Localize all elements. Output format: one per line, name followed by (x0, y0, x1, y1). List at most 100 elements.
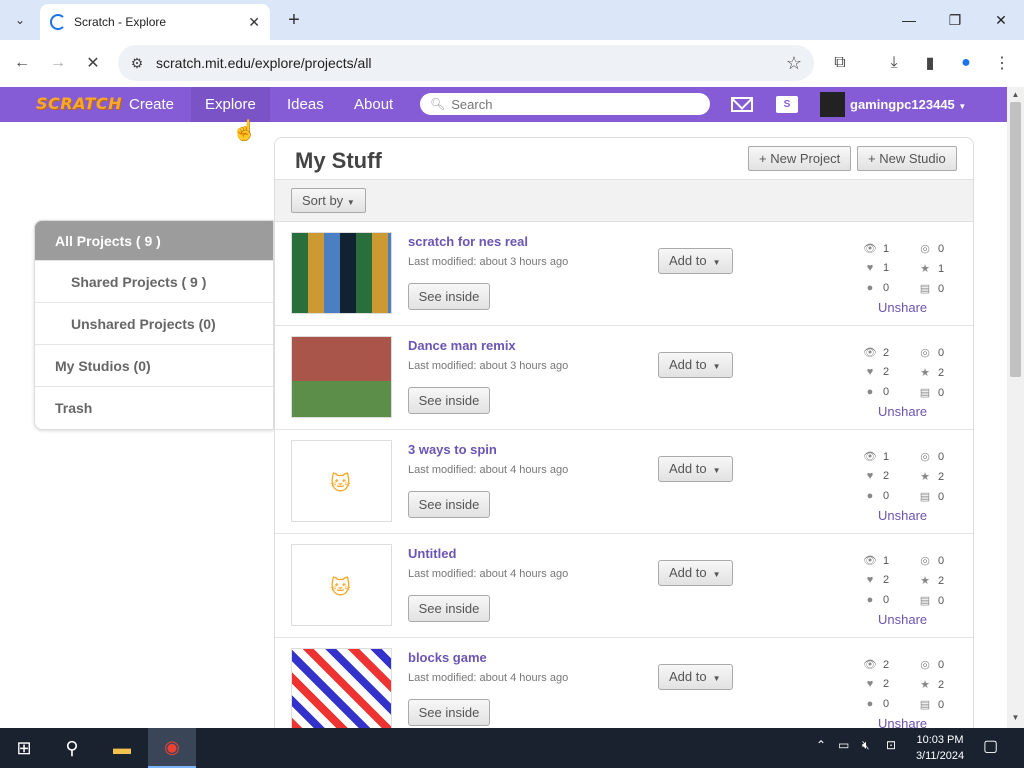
project-title[interactable]: scratch for nes real (408, 234, 528, 249)
remixes-stat: ◎ 0 (918, 242, 944, 256)
favorites-count: 2 (938, 574, 945, 587)
back-icon[interactable]: ← (10, 51, 34, 75)
loves-count: 2 (883, 678, 890, 690)
remixes-stat: ◎ 0 (918, 346, 944, 360)
username-menu[interactable]: gamingpc123445 ▼ (850, 87, 966, 122)
side-panel-icon[interactable]: ▮ (918, 51, 942, 75)
my-stuff-icon[interactable]: S (776, 96, 798, 113)
mystuff-main-panel: My Stuff + New Project + New Studio Sort… (274, 137, 974, 737)
page-title: My Stuff (295, 148, 382, 173)
add-to-dropdown[interactable]: Add to ▼ (658, 352, 733, 378)
add-to-dropdown[interactable]: Add to ▼ (658, 248, 733, 274)
add-to-dropdown[interactable]: Add to ▼ (658, 560, 733, 586)
unshare-link[interactable]: Unshare (878, 612, 927, 627)
comment-icon: ● (866, 594, 874, 606)
address-bar[interactable]: ⚙ scratch.mit.edu/explore/projects/all ☆ (118, 45, 814, 81)
see-inside-button[interactable]: See inside (408, 387, 490, 414)
see-inside-button[interactable]: See inside (408, 595, 490, 622)
chevron-down-icon: ▼ (712, 674, 721, 683)
see-inside-button[interactable]: See inside (408, 491, 490, 518)
add-to-dropdown[interactable]: Add to ▼ (658, 456, 733, 482)
chevron-down-icon: ▼ (712, 466, 721, 475)
downloads-icon[interactable]: ⤓ (882, 51, 906, 75)
project-thumbnail[interactable]: 🐱︎ (291, 440, 392, 522)
remixes-stat: ◎ 0 (918, 658, 944, 672)
new-studio-button[interactable]: + New Studio (857, 146, 957, 171)
see-inside-button[interactable]: See inside (408, 283, 490, 310)
nav-about[interactable]: About (340, 87, 407, 122)
see-inside-button[interactable]: See inside (408, 699, 490, 726)
new-project-button[interactable]: + New Project (748, 146, 852, 171)
stop-loading-icon[interactable]: ✕ (81, 51, 105, 75)
remix-icon: ◎ (920, 243, 930, 255)
system-clock[interactable]: 10:03 PM 3/11/2024 (908, 732, 972, 764)
scratch-logo[interactable]: SCRATCH (36, 94, 122, 113)
eye-icon: 👁︎ (863, 659, 877, 671)
bookmark-star-icon[interactable]: ☆ (774, 53, 814, 74)
menu-kebab-icon[interactable]: ⋮ (990, 51, 1014, 75)
project-title[interactable]: Untitled (408, 546, 456, 561)
add-to-label: Add to (669, 565, 707, 580)
new-tab-icon[interactable]: + (282, 8, 306, 32)
studios-count: 0 (938, 698, 945, 711)
volume-muted-icon[interactable]: 🔇︎ (862, 738, 870, 753)
minimize-icon[interactable]: — (897, 8, 921, 32)
tab-search-dropdown-icon[interactable]: ⌄ (8, 8, 32, 32)
sidebar-item-all-projects[interactable]: All Projects ( 9 ) (35, 221, 273, 261)
main-header: My Stuff + New Project + New Studio (275, 138, 973, 180)
nav-explore[interactable]: Explore (191, 87, 270, 122)
project-row: 🐱︎ 3 ways to spin Last modified: about 4… (275, 430, 973, 534)
extensions-icon[interactable]: ⧉ (828, 51, 852, 75)
loves-count: 2 (883, 470, 890, 482)
project-last-modified: Last modified: about 4 hours ago (408, 464, 569, 476)
star-icon: ★ (920, 679, 930, 691)
network-icon[interactable]: ▭ (838, 738, 849, 752)
unshare-link[interactable]: Unshare (878, 300, 927, 315)
sidebar-item-shared-projects[interactable]: Shared Projects ( 9 ) (35, 261, 273, 303)
chevron-down-icon: ▼ (712, 570, 721, 579)
remixes-count: 0 (938, 450, 945, 463)
chevron-up-icon[interactable]: ⌃ (816, 738, 826, 752)
windows-start-icon[interactable]: ⊞ (0, 728, 48, 768)
maximize-icon[interactable]: ❐ (943, 8, 967, 32)
action-center-icon[interactable]: ▢ (983, 736, 998, 756)
file-explorer-icon[interactable]: ▬ (98, 728, 146, 768)
search-input[interactable] (451, 96, 692, 112)
project-thumbnail[interactable] (291, 232, 392, 314)
sidebar-item-trash[interactable]: Trash (35, 387, 273, 429)
project-title[interactable]: 3 ways to spin (408, 442, 497, 457)
messages-icon[interactable] (731, 97, 753, 112)
sidebar-item-unshared-projects[interactable]: Unshared Projects (0) (35, 303, 273, 345)
close-window-icon[interactable]: ✕ (989, 8, 1013, 32)
project-thumbnail[interactable] (291, 336, 392, 418)
site-info-icon[interactable]: ⚙ (118, 55, 156, 72)
nav-ideas[interactable]: Ideas (273, 87, 338, 122)
search-icon[interactable]: ⚲ (48, 728, 96, 768)
forward-icon[interactable]: → (46, 51, 70, 75)
chrome-icon[interactable]: ◉ (148, 728, 196, 768)
scroll-down-icon[interactable]: ▼ (1007, 713, 1024, 727)
project-title[interactable]: Dance man remix (408, 338, 516, 353)
add-to-label: Add to (669, 461, 707, 476)
close-tab-icon[interactable]: ✕ (248, 14, 260, 31)
browser-tab[interactable]: Scratch - Explore ✕ (40, 4, 270, 40)
add-to-dropdown[interactable]: Add to ▼ (658, 664, 733, 690)
project-thumbnail[interactable]: 🐱︎ (291, 544, 392, 626)
sort-by-dropdown[interactable]: Sort by ▼ (291, 188, 366, 213)
project-title[interactable]: blocks game (408, 650, 487, 665)
unshare-link[interactable]: Unshare (878, 404, 927, 419)
loves-count: 2 (883, 366, 890, 378)
url-text[interactable]: scratch.mit.edu/explore/projects/all (156, 55, 774, 71)
nav-create[interactable]: Create (115, 87, 188, 122)
scrollbar-thumb[interactable] (1010, 102, 1021, 377)
views-stat: 👁︎ 2 (863, 346, 889, 360)
avatar[interactable] (820, 92, 845, 117)
sidebar-item-my-studios[interactable]: My Studios (0) (35, 345, 273, 387)
unshare-link[interactable]: Unshare (878, 508, 927, 523)
add-to-label: Add to (669, 669, 707, 684)
comments-stat: ● 0 (863, 490, 889, 502)
profile-icon[interactable]: ● (954, 51, 978, 75)
notification-app-icon[interactable]: ⊡ (886, 738, 896, 752)
project-thumbnail[interactable] (291, 648, 392, 730)
username: gamingpc123445 (850, 97, 955, 112)
